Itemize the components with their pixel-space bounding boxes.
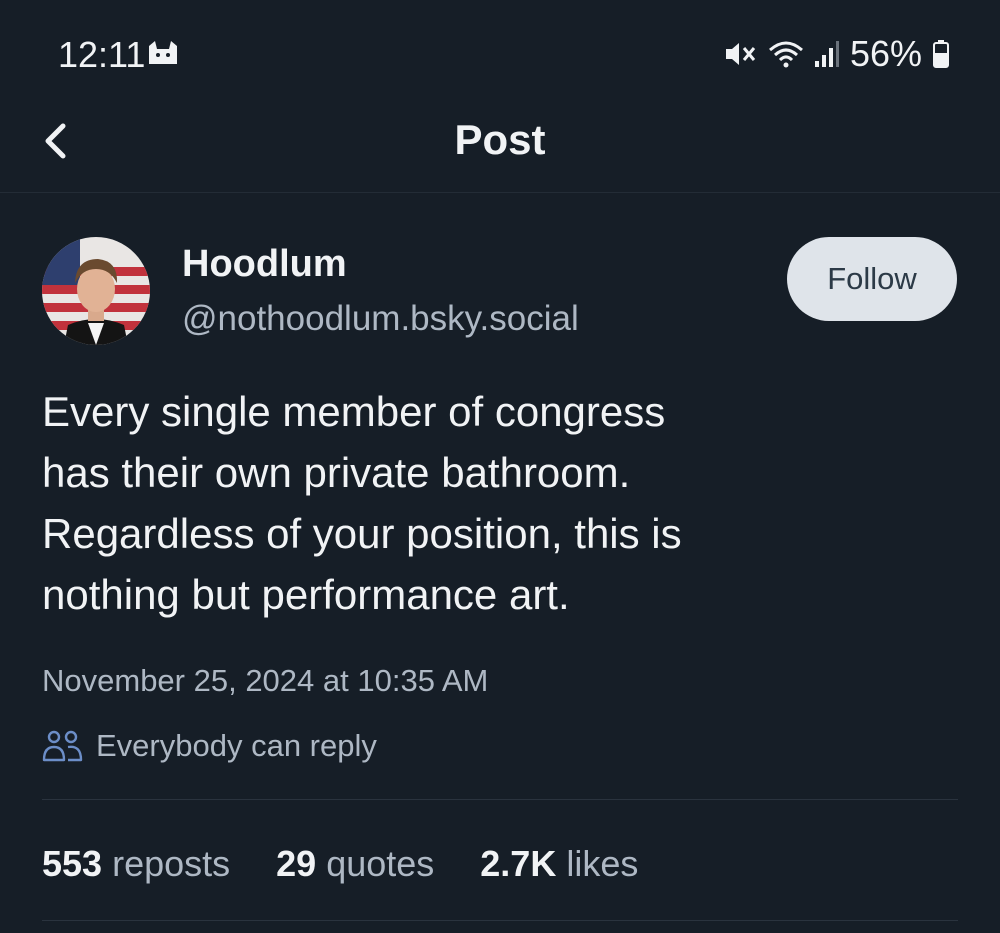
follow-button[interactable]: Follow (787, 237, 957, 321)
stat-quotes[interactable]: 29 quotes (276, 843, 434, 885)
page-title: Post (454, 116, 546, 163)
stat-count: 2.7K (480, 843, 557, 884)
post-text-line: Every single member of congress (42, 388, 666, 435)
signal-icon (814, 41, 839, 67)
reply-setting-label: Everybody can reply (96, 728, 377, 763)
stat-reposts[interactable]: 553 reposts (42, 843, 230, 885)
stat-label: quotes (326, 843, 435, 884)
post-text: Every single member of congress has thei… (42, 381, 942, 625)
wifi-icon (768, 41, 803, 68)
status-bar: 12:11 56% (0, 0, 1000, 100)
divider (42, 799, 958, 800)
author-display-name[interactable]: Hoodlum (182, 243, 347, 286)
battery-percent: 56% (849, 33, 922, 74)
stat-likes[interactable]: 2.7K likes (480, 843, 638, 885)
stat-label: likes (566, 843, 639, 884)
post-text-line: nothing but performance art. (42, 571, 570, 618)
reply-setting[interactable]: Everybody can reply (42, 728, 377, 764)
cat-icon (149, 41, 177, 64)
people-icon (42, 730, 83, 762)
avatar-image (42, 237, 150, 345)
status-icons: 56% (724, 33, 950, 74)
mute-icon (725, 43, 756, 65)
post-text-line: has their own private bathroom. (42, 449, 631, 496)
post-stats: 553 reposts 29 quotes 2.7K likes (42, 843, 638, 885)
avatar[interactable] (42, 237, 150, 345)
divider (42, 920, 958, 921)
stat-count: 29 (276, 843, 317, 884)
stat-count: 553 (42, 843, 103, 884)
battery-icon (933, 40, 949, 68)
nav-bar: Post (0, 100, 1000, 193)
author-handle[interactable]: @nothoodlum.bsky.social (182, 299, 579, 339)
stat-label: reposts (112, 843, 231, 884)
post-text-line: Regardless of your position, this is (42, 510, 682, 557)
post-timestamp: November 25, 2024 at 10:35 AM (42, 663, 489, 698)
status-time: 12:11 (58, 34, 146, 75)
